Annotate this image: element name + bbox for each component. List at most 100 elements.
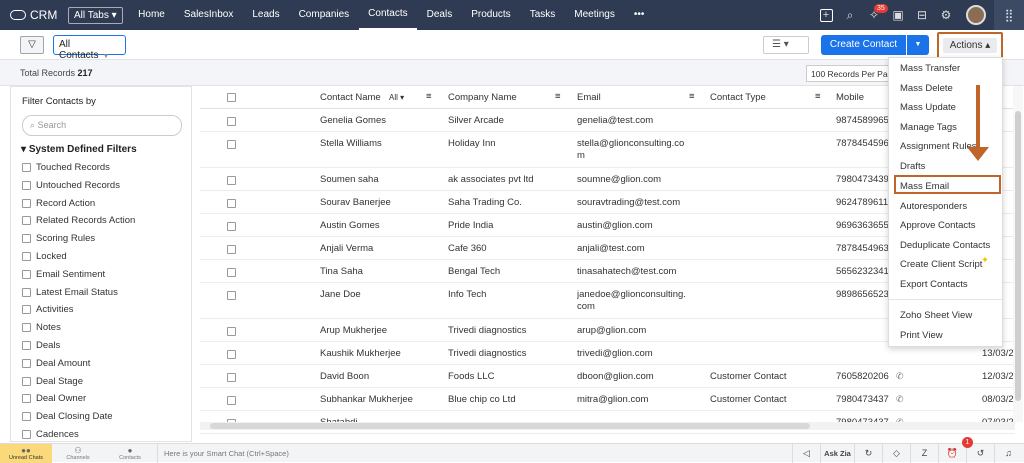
- row-checkbox[interactable]: [227, 268, 236, 277]
- column-menu-icon[interactable]: ≡: [426, 91, 432, 102]
- create-contact-button[interactable]: Create Contact: [821, 35, 906, 55]
- tag-icon[interactable]: ◇: [882, 444, 910, 463]
- filter-checkbox[interactable]: [22, 198, 31, 208]
- filter-checkbox[interactable]: [22, 216, 31, 226]
- menu-item-mass-email[interactable]: Mass Email: [900, 181, 949, 192]
- scroll-thumb[interactable]: [1015, 111, 1021, 401]
- calendar-icon[interactable]: ▣: [886, 0, 910, 30]
- menu-item-drafts[interactable]: Drafts: [900, 161, 925, 172]
- filter-checkbox[interactable]: [22, 376, 31, 386]
- phone-icon[interactable]: ✆: [896, 371, 904, 382]
- email-cell[interactable]: tinasahatech@test.com: [577, 266, 689, 278]
- nav-more-icon[interactable]: •••: [624, 0, 654, 30]
- app-grid-icon[interactable]: ⣿: [994, 0, 1024, 30]
- menu-item-autoresponders[interactable]: Autoresponders: [900, 201, 967, 212]
- search-icon[interactable]: ⌕: [838, 0, 862, 30]
- filter-item[interactable]: Activities: [22, 304, 73, 315]
- per-page-select[interactable]: 100 Records Per Page: [806, 65, 896, 82]
- contact-name-cell[interactable]: Kaushik Mukherjee: [320, 348, 420, 360]
- filter-checkbox[interactable]: [22, 234, 31, 244]
- row-checkbox[interactable]: [227, 396, 236, 405]
- filter-item[interactable]: Deal Closing Date: [22, 411, 113, 422]
- unread-chats-tab[interactable]: ●● Unread Chats: [0, 444, 52, 463]
- menu-item-manage-tags[interactable]: Manage Tags: [900, 122, 957, 133]
- contact-name-cell[interactable]: Anjali Verma: [320, 243, 420, 255]
- nav-tab-products[interactable]: Products: [462, 0, 520, 30]
- filter-checkbox[interactable]: [22, 305, 31, 315]
- email-cell[interactable]: austin@glion.com: [577, 220, 689, 232]
- brand[interactable]: CRM: [10, 8, 65, 22]
- alarm-icon[interactable]: ⏰: [938, 444, 966, 463]
- menu-item-approve-contacts[interactable]: Approve Contacts: [900, 220, 976, 231]
- horizontal-scrollbar[interactable]: [200, 422, 1015, 430]
- filter-checkbox[interactable]: [22, 323, 31, 333]
- row-checkbox[interactable]: [227, 117, 236, 126]
- list-view-toggle[interactable]: ☰ ▾: [763, 36, 809, 54]
- col-contact-type[interactable]: Contact Type: [710, 92, 766, 103]
- filter-checkbox[interactable]: [22, 341, 31, 350]
- contacts-tab[interactable]: ● Contacts: [104, 444, 156, 463]
- menu-item-zoho-sheet-view[interactable]: Zoho Sheet View: [900, 310, 972, 321]
- col-company-name[interactable]: Company Name: [448, 92, 517, 103]
- contact-name-cell[interactable]: Stella Williams: [320, 138, 420, 150]
- all-tabs-button[interactable]: All Tabs ▾: [68, 6, 123, 24]
- menu-item-print-view[interactable]: Print View: [900, 330, 943, 341]
- filter-checkbox[interactable]: [22, 180, 31, 190]
- filter-checkbox[interactable]: [22, 287, 31, 297]
- bell-icon[interactable]: ♫: [994, 444, 1022, 463]
- email-cell[interactable]: souravtrading@test.com: [577, 197, 689, 209]
- filter-item[interactable]: Cadences: [22, 429, 79, 440]
- menu-item-export-contacts[interactable]: Export Contacts: [900, 279, 968, 290]
- email-cell[interactable]: soumne@glion.com: [577, 174, 689, 186]
- row-checkbox[interactable]: [227, 222, 236, 231]
- nav-tab-tasks[interactable]: Tasks: [520, 0, 565, 30]
- row-checkbox[interactable]: [227, 140, 236, 149]
- filter-item[interactable]: Locked: [22, 251, 67, 262]
- email-cell[interactable]: trivedi@glion.com: [577, 348, 689, 360]
- scroll-thumb[interactable]: [210, 423, 810, 429]
- filter-item[interactable]: Deal Amount: [22, 358, 90, 369]
- nav-tab-leads[interactable]: Leads: [243, 0, 289, 30]
- email-cell[interactable]: stella@glionconsulting.com: [577, 138, 689, 162]
- menu-item-mass-transfer[interactable]: Mass Transfer: [900, 63, 960, 74]
- email-cell[interactable]: genelia@test.com: [577, 115, 689, 127]
- column-menu-icon[interactable]: ≡: [689, 91, 695, 102]
- contact-name-cell[interactable]: Genelia Gomes: [320, 115, 420, 127]
- select-all-checkbox[interactable]: [227, 93, 236, 102]
- filter-checkbox[interactable]: [22, 412, 31, 422]
- marketplace-icon[interactable]: ⊟: [910, 0, 934, 30]
- col-contact-name[interactable]: Contact Name: [320, 92, 381, 103]
- nav-tab-deals[interactable]: Deals: [417, 0, 462, 30]
- row-checkbox[interactable]: [227, 373, 236, 382]
- filter-item[interactable]: Latest Email Status: [22, 287, 118, 298]
- filter-checkbox[interactable]: [22, 358, 31, 368]
- actions-button[interactable]: Actions ▴: [937, 32, 1003, 59]
- nav-tab-companies[interactable]: Companies: [289, 0, 359, 30]
- menu-item-assignment-rules[interactable]: Assignment Rules: [900, 141, 977, 152]
- filter-checkbox[interactable]: [22, 430, 31, 439]
- filter-item[interactable]: Email Sentiment: [22, 269, 105, 280]
- column-menu-icon[interactable]: ≡: [815, 91, 821, 102]
- filter-item[interactable]: Touched Records: [22, 162, 110, 173]
- filter-item[interactable]: Deal Owner: [22, 393, 86, 404]
- menu-item-mass-update[interactable]: Mass Update: [900, 102, 956, 113]
- sync-icon[interactable]: ↻: [854, 444, 882, 463]
- nav-tab-salesinbox[interactable]: SalesInbox: [174, 0, 242, 30]
- smart-chat-input[interactable]: Here is your Smart Chat (Ctrl+Space): [157, 444, 792, 463]
- phone-icon[interactable]: ✆: [896, 394, 904, 405]
- table-row[interactable]: Subhankar Mukherjee Blue chip co Ltd mitra…: [200, 388, 1015, 411]
- filter-checkbox[interactable]: [22, 394, 31, 404]
- ask-zia-button[interactable]: Ask Zia: [820, 444, 854, 463]
- filter-item[interactable]: Notes: [22, 322, 61, 333]
- megaphone-icon[interactable]: ◁: [792, 444, 820, 463]
- sidebar-search-input[interactable]: ⌕ Search: [22, 115, 182, 136]
- filter-item[interactable]: Deals: [22, 340, 60, 351]
- row-checkbox[interactable]: [227, 291, 236, 300]
- col-filter-all[interactable]: All ▾: [389, 93, 404, 102]
- contact-name-cell[interactable]: Soumen saha: [320, 174, 420, 186]
- channels-tab[interactable]: ⚇ Channels: [52, 444, 104, 463]
- email-cell[interactable]: mitra@glion.com: [577, 394, 689, 406]
- nav-tab-contacts[interactable]: Contacts: [358, 0, 418, 30]
- col-email[interactable]: Email: [577, 92, 601, 103]
- notification-icon[interactable]: ✧ 35: [862, 0, 888, 30]
